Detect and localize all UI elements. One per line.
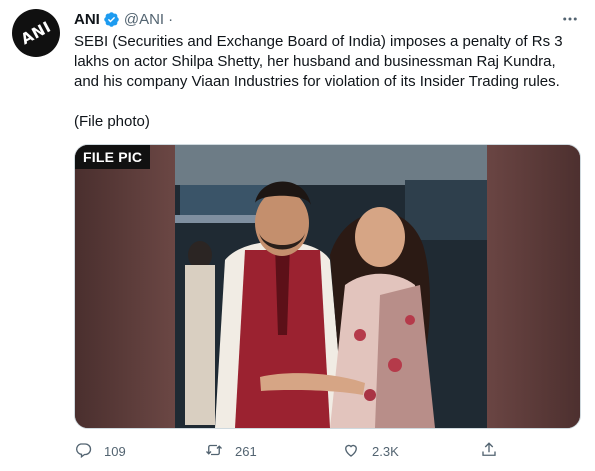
more-icon[interactable] — [558, 8, 582, 30]
photo-illustration — [75, 145, 580, 428]
account-name[interactable]: ANI — [74, 11, 100, 28]
share-button[interactable] — [480, 440, 498, 462]
like-icon — [342, 441, 360, 462]
avatar[interactable]: ANI — [12, 9, 60, 57]
avatar-logo: ANI — [17, 17, 55, 49]
like-button[interactable]: 2.3K — [342, 440, 399, 462]
retweet-count: 261 — [235, 443, 257, 459]
reply-count: 109 — [104, 443, 126, 459]
tweet-caption: (File photo) — [74, 113, 150, 130]
separator-dot: · — [168, 10, 174, 28]
tweet-photo[interactable]: FILE PIC — [74, 144, 581, 429]
reply-button[interactable]: 109 — [74, 440, 126, 462]
reply-icon — [74, 441, 92, 462]
account-handle[interactable]: @ANI — [124, 11, 164, 28]
tweet[interactable]: ANI ANI @ANI · SEBI (Securities and Exch… — [0, 0, 595, 471]
tweet-header: ANI @ANI · — [74, 9, 173, 29]
retweet-icon — [205, 441, 223, 462]
tweet-actions: 109 261 2.3K — [74, 440, 579, 462]
share-icon — [480, 441, 498, 462]
like-count: 2.3K — [372, 443, 399, 459]
tweet-text: SEBI (Securities and Exchange Board of I… — [74, 32, 579, 132]
verified-icon — [103, 11, 120, 28]
file-pic-badge: FILE PIC — [75, 145, 151, 169]
retweet-button[interactable]: 261 — [205, 440, 257, 462]
tweet-body: SEBI (Securities and Exchange Board of I… — [74, 33, 563, 90]
